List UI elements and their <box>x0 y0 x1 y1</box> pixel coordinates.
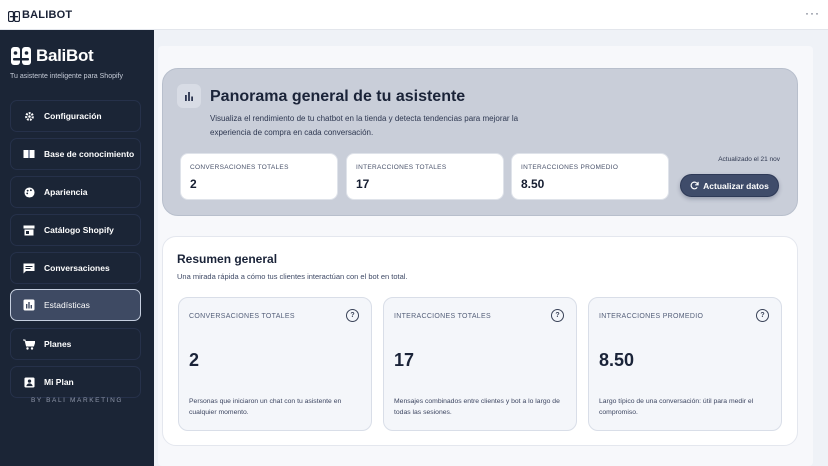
last-updated: Actualizado el 21 nov <box>718 156 780 163</box>
card-label: CONVERSACIONES TOTALES <box>189 313 295 320</box>
summary-card-interacciones: INTERACCIONES TOTALES ? 17 Mensajes comb… <box>383 297 577 431</box>
help-icon[interactable]: ? <box>346 309 359 322</box>
stat-interacciones-promedio: INTERACCIONES PROMEDIO 8.50 <box>511 153 669 200</box>
card-value: 2 <box>189 350 200 370</box>
sidebar-item-label: Mi Plan <box>44 377 74 387</box>
gear-icon <box>22 109 36 123</box>
page-description: Visualiza el rendimiento de tu chatbot e… <box>210 114 519 137</box>
sidebar-item-label: Configuración <box>44 111 102 121</box>
refresh-button-label: Actualizar datos <box>703 180 769 191</box>
sidebar-item-configuracion[interactable]: Configuración <box>10 100 141 132</box>
section-subtitle: Una mirada rápida a cómo tus clientes in… <box>177 272 408 281</box>
book-icon <box>22 147 36 161</box>
sidebar-item-apariencia[interactable]: Apariencia <box>10 176 141 208</box>
user-icon <box>22 375 36 389</box>
stat-value: 8.50 <box>521 177 545 191</box>
card-description: Largo típico de una conversación: útil p… <box>599 398 754 416</box>
bar-chart-icon <box>177 84 201 108</box>
help-icon[interactable]: ? <box>756 309 769 322</box>
stat-value: 2 <box>190 177 197 191</box>
more-options-icon[interactable]: ··· <box>805 7 820 19</box>
sidebar-item-conversaciones[interactable]: Conversaciones <box>10 252 141 284</box>
sidebar-item-label: Planes <box>44 339 72 349</box>
stat-label: INTERACCIONES TOTALES <box>356 164 447 171</box>
brand-name: BaliBot <box>36 46 94 65</box>
sidebar-item-base-conocimiento[interactable]: Base de conocimiento <box>10 138 141 170</box>
page-title: Panorama general de tu asistente <box>210 88 466 105</box>
sidebar-item-estadisticas[interactable]: Estadísticas <box>10 289 141 321</box>
sidebar-item-mi-plan[interactable]: Mi Plan <box>10 366 141 398</box>
help-icon[interactable]: ? <box>551 309 564 322</box>
title-bar: BALIBOT ··· <box>0 0 828 30</box>
stat-label: INTERACCIONES PROMEDIO <box>521 164 619 171</box>
stat-conversaciones-totales: CONVERSACIONES TOTALES 2 <box>180 153 338 200</box>
card-label: INTERACCIONES PROMEDIO <box>599 313 704 320</box>
stat-label: CONVERSACIONES TOTALES <box>190 164 289 171</box>
app-title: BALIBOT <box>22 8 73 21</box>
sidebar-logo[interactable]: BaliBot <box>10 46 94 66</box>
summary-card-conversaciones: CONVERSACIONES TOTALES ? 2 Personas que … <box>178 297 372 431</box>
card-value: 17 <box>394 350 415 370</box>
chat-icon <box>22 261 36 275</box>
sidebar-item-label: Estadísticas <box>44 300 90 310</box>
stat-value: 17 <box>356 177 370 191</box>
sidebar-footer: BY BALI MARKETING <box>30 397 124 404</box>
sidebar-item-label: Catálogo Shopify <box>44 225 114 235</box>
refresh-data-button[interactable]: Actualizar datos <box>680 174 779 197</box>
refresh-icon <box>690 181 699 190</box>
robot-icon <box>7 9 21 23</box>
stat-interacciones-totales: INTERACCIONES TOTALES 17 <box>346 153 504 200</box>
sidebar-item-label: Conversaciones <box>44 263 110 273</box>
brand-tagline: Tu asistente inteligente para Shopify <box>10 73 123 80</box>
store-icon <box>22 223 36 237</box>
bar-chart-icon <box>22 298 36 312</box>
balibot-logo-icon <box>11 47 31 65</box>
sidebar-item-label: Apariencia <box>44 187 88 197</box>
sidebar-item-catalogo-shopify[interactable]: Catálogo Shopify <box>10 214 141 246</box>
section-title: Resumen general <box>177 252 278 266</box>
palette-icon <box>22 185 36 199</box>
card-description: Personas que iniciaron un chat con tu as… <box>189 398 342 416</box>
card-description: Mensajes combinados entre clientes y bot… <box>394 398 560 416</box>
summary-card-promedio: INTERACCIONES PROMEDIO ? 8.50 Largo típi… <box>588 297 782 431</box>
card-label: INTERACCIONES TOTALES <box>394 313 491 320</box>
sidebar-item-label: Base de conocimiento <box>44 149 135 159</box>
sidebar-item-planes[interactable]: Planes <box>10 328 141 360</box>
card-value: 8.50 <box>599 350 635 370</box>
cart-icon <box>22 337 36 351</box>
